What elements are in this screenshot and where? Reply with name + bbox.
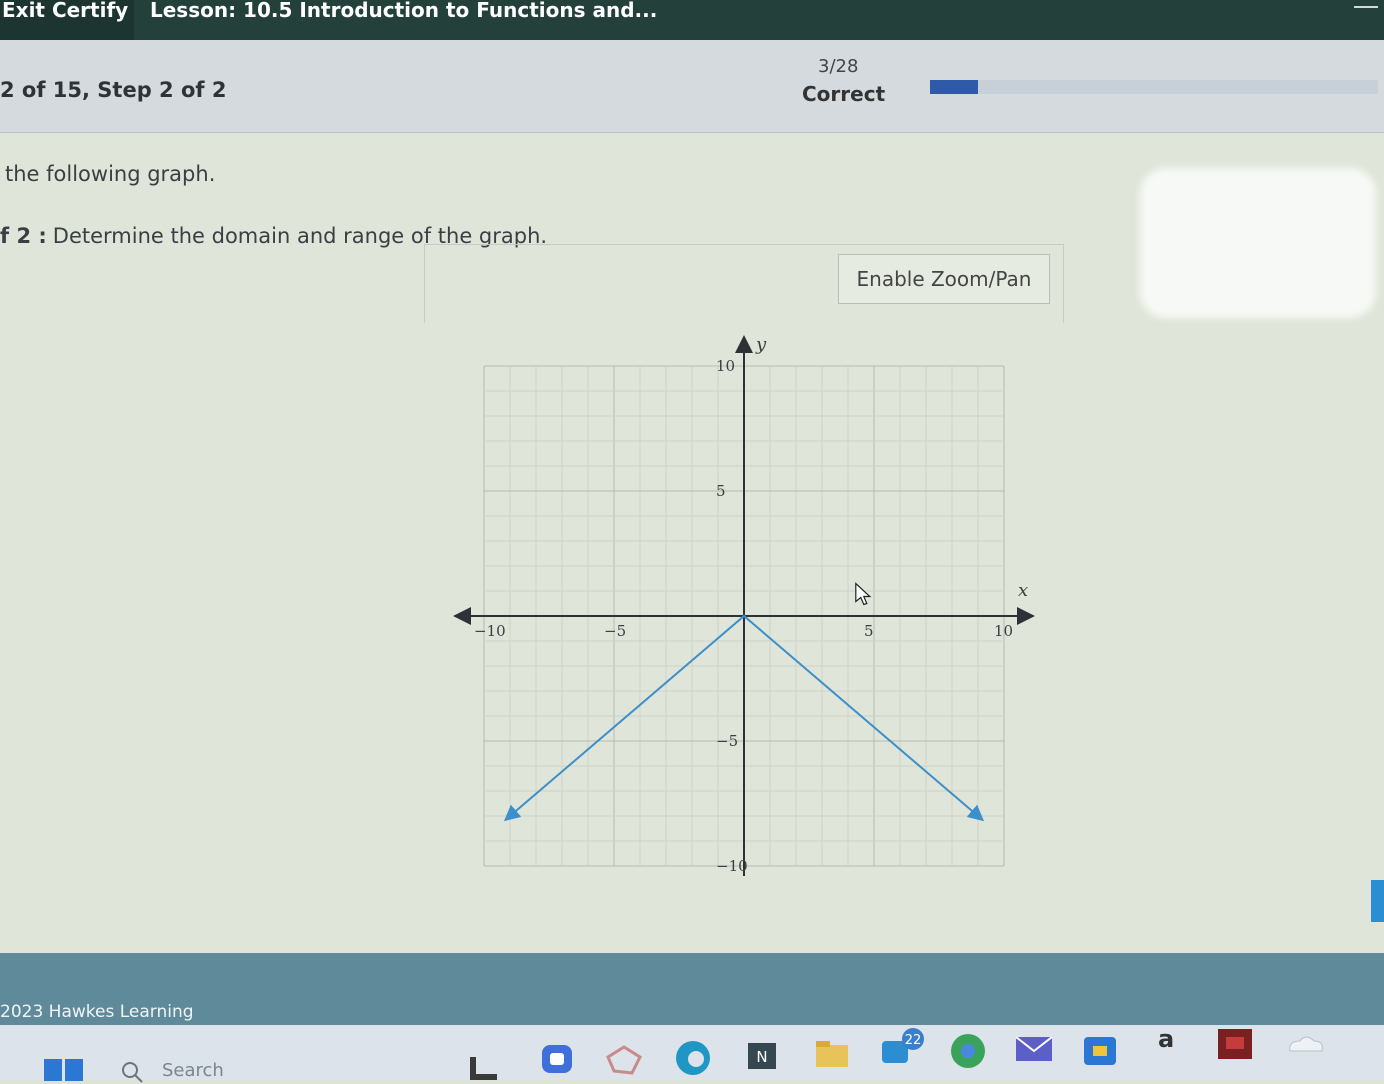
edge-browser-icon[interactable] [674, 1039, 712, 1077]
x-tick-label: −5 [604, 622, 626, 640]
instruction-text: the following graph. [5, 162, 215, 186]
x-tick-label: −10 [474, 622, 506, 640]
footer-strip [0, 953, 1384, 1025]
score-label: Correct [802, 82, 885, 106]
step-indicator: 2 of 15, Step 2 of 2 [0, 78, 226, 102]
svg-text:N: N [756, 1048, 767, 1066]
progress-fill [930, 80, 978, 94]
y-axis-label: y [755, 334, 767, 355]
x-axis-label: x [1018, 580, 1028, 601]
window-control-icon[interactable] [1354, 0, 1378, 8]
step-progress-bar: 2 of 15, Step 2 of 2 3/28 Correct [0, 40, 1384, 133]
y-tick-label: 10 [716, 357, 735, 375]
store-icon[interactable] [1082, 1031, 1118, 1065]
search-icon [120, 1060, 144, 1084]
y-tick-label: 5 [716, 482, 726, 500]
mail-icon[interactable] [1016, 1037, 1052, 1061]
screen-glare [1140, 168, 1376, 318]
x-tick-label: 10 [994, 622, 1013, 640]
app-letter-icon[interactable]: a [1158, 1025, 1174, 1053]
graph-axes [462, 344, 1026, 876]
exit-certify-button[interactable]: Exit Certify [0, 0, 134, 40]
step-label: f 2 : [0, 224, 47, 248]
app-outline-icon[interactable] [604, 1043, 644, 1077]
notification-badge-icon[interactable]: 22 [880, 1027, 932, 1071]
chat-icon[interactable] [540, 1043, 576, 1077]
side-tab[interactable] [1371, 880, 1384, 922]
lesson-title: Lesson: 10.5 Introduction to Functions a… [150, 0, 657, 20]
copyright-text: 2023 Hawkes Learning [0, 1002, 194, 1022]
red-app-icon[interactable] [1218, 1029, 1252, 1059]
app-title-bar: Exit Certify Lesson: 10.5 Introduction t… [0, 0, 1384, 40]
function-graph[interactable]: x y −10 −5 5 10 10 5 −5 −10 [440, 326, 1040, 886]
enable-zoom-pan-button[interactable]: Enable Zoom/Pan [838, 254, 1050, 304]
progress-track [930, 80, 1378, 94]
file-explorer-icon[interactable] [470, 1055, 500, 1081]
badge-count: 22 [905, 1033, 922, 1048]
y-tick-label: −5 [716, 732, 738, 750]
graph-labels: x y −10 −5 5 10 10 5 −5 −10 [474, 334, 1028, 875]
search-placeholder: Search [162, 1060, 224, 1081]
windows-start-icon[interactable] [44, 1059, 84, 1081]
chrome-browser-icon[interactable] [948, 1031, 988, 1071]
taskbar-search[interactable]: Search [112, 1058, 332, 1084]
folder-icon[interactable] [814, 1037, 850, 1069]
news-app-icon[interactable]: N [748, 1043, 776, 1069]
mouse-cursor-icon [856, 584, 870, 605]
y-tick-label: −10 [716, 857, 748, 875]
score-count: 3/28 [818, 56, 858, 77]
x-tick-label: 5 [864, 622, 874, 640]
cloud-icon[interactable] [1286, 1033, 1326, 1055]
